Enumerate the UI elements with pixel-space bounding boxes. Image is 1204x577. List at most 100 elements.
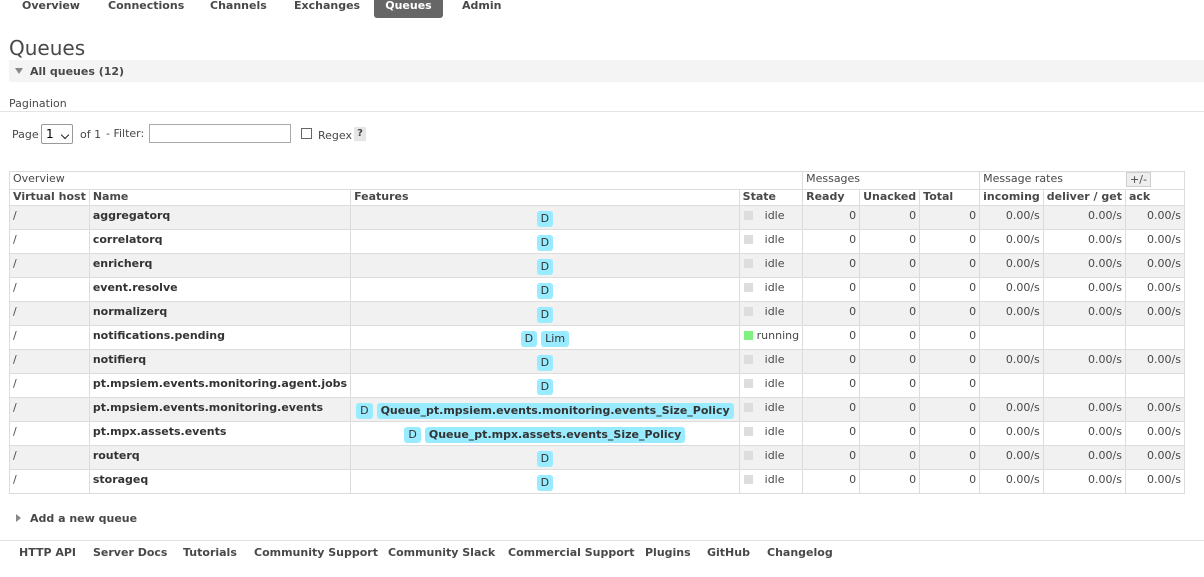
unacked-cell: 0 (859, 253, 921, 278)
column-ready[interactable]: Ready (802, 189, 861, 206)
ready-cell: 0 (802, 253, 861, 278)
features-cell: D (350, 349, 740, 374)
column-features: Features (350, 189, 740, 206)
queue-name-link[interactable]: normalizerq (88, 301, 352, 326)
deliver-get-rate-cell: 0.00/s (1042, 277, 1126, 302)
policy-badge[interactable]: Queue_pt.mpsiem.events.monitoring.events… (376, 403, 734, 419)
queue-name-link[interactable]: pt.mpx.assets.events (88, 421, 352, 446)
policy-badge[interactable]: Queue_pt.mpx.assets.events_Size_Policy (424, 427, 686, 443)
columns-toggle-button[interactable]: +/- (1126, 172, 1151, 187)
help-icon[interactable]: ? (354, 127, 366, 141)
page-label: Page (12, 128, 39, 141)
features-cell: D (350, 205, 740, 230)
queue-name-link[interactable]: pt.mpsiem.events.monitoring.agent.jobs (88, 373, 352, 398)
queue-name-link[interactable]: notifications.pending (88, 325, 352, 350)
queue-name-link[interactable]: enricherq (88, 253, 352, 278)
incoming-rate-cell: 0.00/s (979, 229, 1044, 254)
total-cell: 0 (919, 253, 981, 278)
feature-badge: Lim (541, 331, 570, 347)
ready-cell: 0 (802, 277, 861, 302)
footer-link-commercial-support[interactable]: Commercial Support (508, 546, 635, 559)
column-incoming[interactable]: incoming (979, 189, 1044, 206)
tab-overview[interactable]: Overview (12, 0, 86, 18)
queue-name-link[interactable]: aggregatorq (88, 205, 352, 230)
features-cell: D Queue_pt.mpsiem.events.monitoring.event… (350, 397, 740, 422)
column-deliver-get[interactable]: deliver / get (1042, 189, 1126, 206)
table-row: / routerq Didle 0 0 0 0.00/s 0.00/s 0.00/s (9, 445, 1185, 470)
tab-connections[interactable]: Connections (98, 0, 188, 18)
regex-checkbox[interactable] (301, 128, 312, 139)
state-text: running (756, 329, 800, 342)
feature-badge: D (536, 283, 554, 299)
table-row: / notifierq Didle 0 0 0 0.00/s 0.00/s 0.00/s (9, 349, 1185, 374)
vhost-cell: / (9, 277, 90, 302)
state-cell: idle (738, 277, 804, 302)
page-select-value: 1 (46, 127, 54, 141)
footer-link-plugins[interactable]: Plugins (645, 546, 691, 559)
vhost-cell: / (9, 253, 90, 278)
incoming-rate-cell (979, 325, 1044, 350)
queue-name-link[interactable]: correlatorq (88, 229, 352, 254)
deliver-get-rate-cell: 0.00/s (1042, 421, 1126, 446)
total-cell: 0 (919, 277, 981, 302)
unacked-cell: 0 (859, 469, 921, 494)
deliver-get-rate-cell: 0.00/s (1042, 205, 1126, 230)
tab-queues[interactable]: Queues (374, 0, 443, 18)
ready-cell: 0 (802, 349, 861, 374)
triangle-right-icon (16, 514, 21, 522)
footer-link-community-support[interactable]: Community Support (254, 546, 378, 559)
feature-badge: D (536, 235, 554, 251)
state-indicator-icon (743, 355, 753, 364)
footer-link-github[interactable]: GitHub (707, 546, 750, 559)
total-cell: 0 (919, 349, 981, 374)
deliver-get-rate-cell: 0.00/s (1042, 253, 1126, 278)
unacked-cell: 0 (859, 373, 921, 398)
ready-cell: 0 (802, 205, 861, 230)
unacked-cell: 0 (859, 205, 921, 230)
column-state[interactable]: State (738, 189, 804, 206)
column-name[interactable]: Name (88, 189, 352, 206)
vhost-cell: / (9, 373, 90, 398)
feature-badge: D (536, 475, 554, 491)
queue-name-link[interactable]: event.resolve (88, 277, 352, 302)
section-title: All queues (12) (30, 65, 125, 78)
state-text: idle (764, 353, 785, 366)
all-queues-section-toggle[interactable]: All queues (12) (9, 60, 1204, 82)
vhost-cell: / (9, 469, 90, 494)
column-unacked[interactable]: Unacked (859, 189, 921, 206)
queue-name-link[interactable]: routerq (88, 445, 352, 470)
column-ack[interactable]: ack (1124, 189, 1185, 206)
footer-link-http-api[interactable]: HTTP API (19, 546, 76, 559)
features-cell: D (350, 253, 740, 278)
page-select[interactable]: 1 (41, 124, 73, 144)
footer-link-tutorials[interactable]: Tutorials (183, 546, 237, 559)
ack-rate-cell: 0.00/s (1124, 445, 1185, 470)
column-total[interactable]: Total (919, 189, 981, 206)
queue-name-link[interactable]: notifierq (88, 349, 352, 374)
tab-exchanges[interactable]: Exchanges (284, 0, 364, 18)
footer-link-community-slack[interactable]: Community Slack (388, 546, 495, 559)
filter-input[interactable] (149, 124, 291, 143)
features-cell: D (350, 445, 740, 470)
footer-link-changelog[interactable]: Changelog (767, 546, 833, 559)
state-cell: idle (738, 301, 804, 326)
ack-rate-cell: 0.00/s (1124, 301, 1185, 326)
tab-channels[interactable]: Channels (200, 0, 272, 18)
features-cell: D Queue_pt.mpx.assets.events_Size_Policy (350, 421, 740, 446)
tab-admin[interactable]: Admin (452, 0, 508, 18)
queue-name-link[interactable]: pt.mpsiem.events.monitoring.events (88, 397, 352, 422)
unacked-cell: 0 (859, 397, 921, 422)
feature-badge: D (356, 403, 373, 419)
deliver-get-rate-cell: 0.00/s (1042, 397, 1126, 422)
deliver-get-rate-cell: 0.00/s (1042, 469, 1126, 494)
table-row: / pt.mpsiem.events.monitoring.events D Queu… (9, 397, 1185, 422)
incoming-rate-cell: 0.00/s (979, 253, 1044, 278)
queue-name-link[interactable]: storageq (88, 469, 352, 494)
state-text: idle (764, 257, 785, 270)
ready-cell: 0 (802, 301, 861, 326)
add-queue-label: Add a new queue (30, 512, 138, 525)
column-virtual-host[interactable]: Virtual host (9, 189, 90, 206)
footer-link-server-docs[interactable]: Server Docs (93, 546, 167, 559)
table-row: / normalizerq Didle 0 0 0 0.00/s 0.00/s 0.00/s (9, 301, 1185, 326)
triangle-down-icon (15, 68, 23, 74)
